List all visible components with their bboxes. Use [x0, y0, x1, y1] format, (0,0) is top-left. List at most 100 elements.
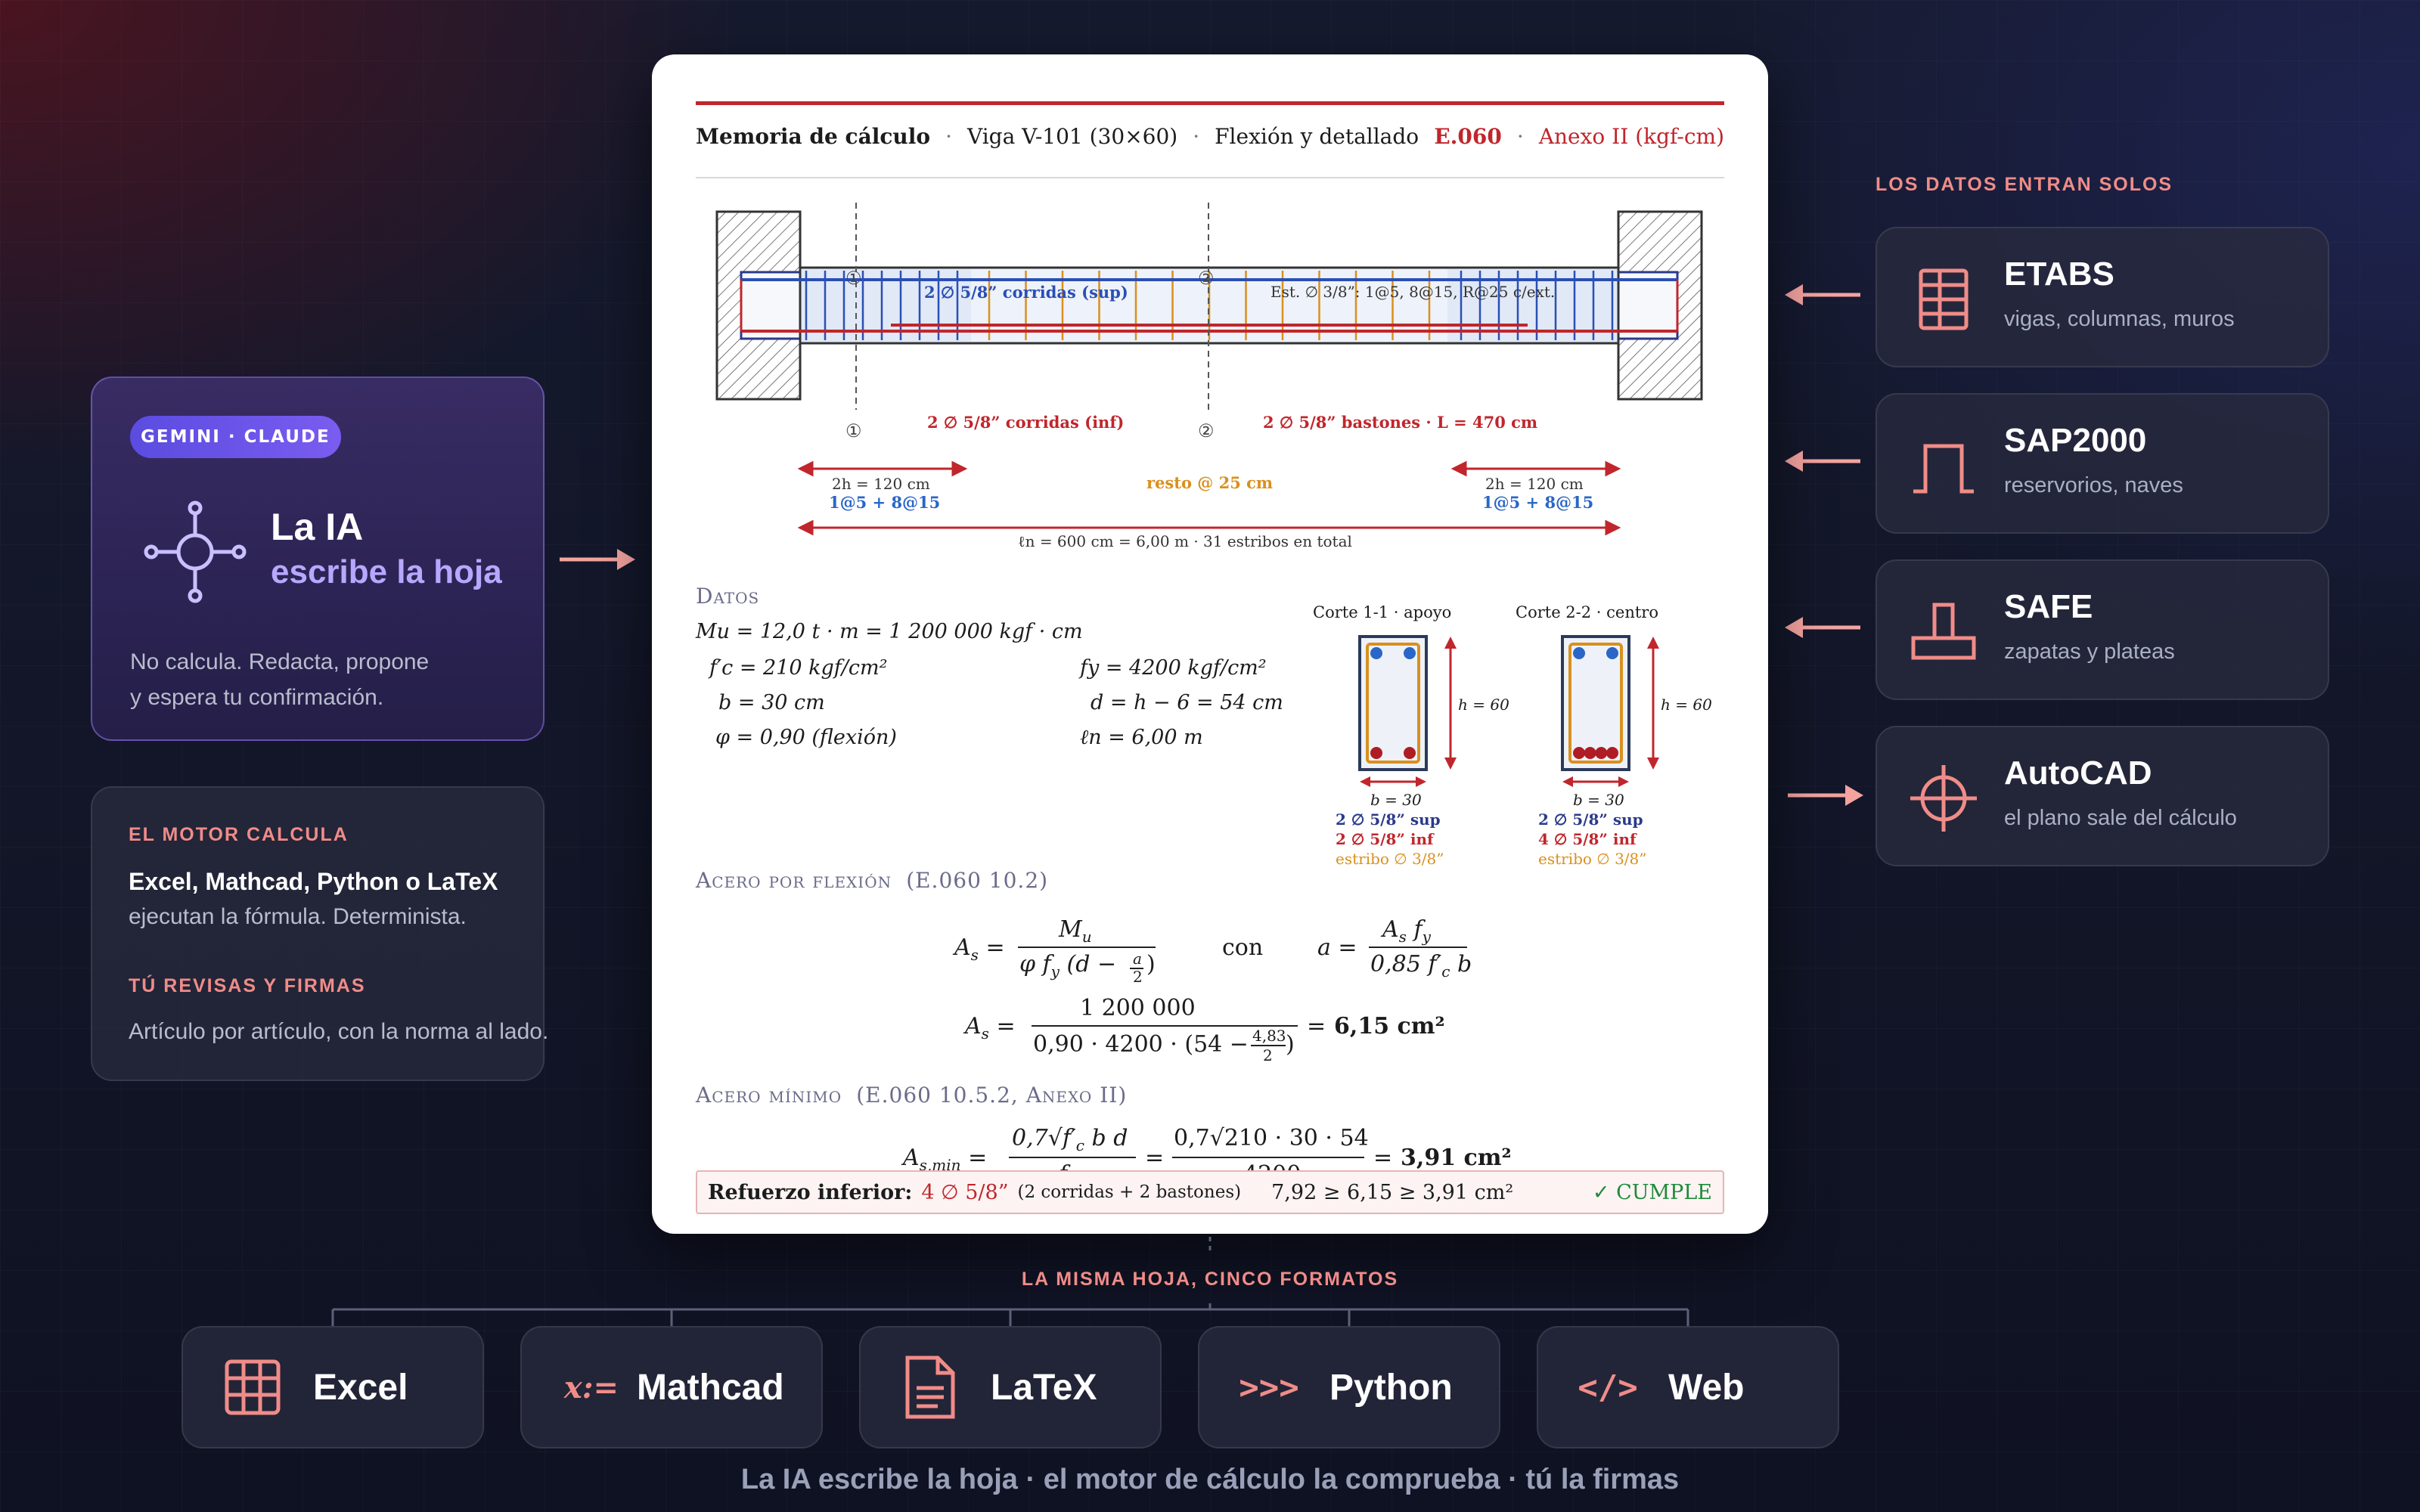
flexion-numerator: 1 200 000 — [1080, 995, 1196, 1021]
result-banner: Refuerzo inferior: 4 ∅ 5/8” (2 corridas … — [696, 1170, 1724, 1214]
section-marker-1: ① — [845, 420, 862, 442]
bottom-rebar — [1595, 747, 1608, 759]
review-desc: Artículo por artículo, con la norma al l… — [129, 1019, 549, 1044]
span-label: ℓn = 600 cm = 6,00 m · 31 estribos en to… — [1018, 532, 1352, 550]
arrow-left-icon — [1785, 617, 1860, 638]
bottom-rebar — [1584, 747, 1596, 759]
document-icon — [892, 1349, 968, 1425]
sources-kicker: LOS DATOS ENTRAN SOLOS — [1876, 174, 2173, 195]
section-b-label: b = 30 — [1573, 791, 1624, 809]
flexion-heading: Acero por flexión — [696, 868, 892, 893]
format-name: Python — [1329, 1367, 1453, 1408]
frame-icon — [1913, 444, 1974, 494]
calculation-sheet: Memoria de cálculo · Viga V-101 (30×60) … — [652, 54, 1768, 1234]
ai-title: La IA — [271, 506, 364, 548]
section-est-label: estribo ∅ 3/8” — [1336, 850, 1444, 868]
source-name: SAP2000 — [2004, 422, 2147, 459]
section-title: Corte 1-1 · apoyo — [1313, 603, 1452, 621]
section-2: Corte 2-2 · centro h = 60 b = 30 2 ∅ 5/8… — [1516, 603, 1727, 875]
flexion-heading-row: Acero por flexión (E.060 10.2) — [696, 868, 1048, 893]
left-zone-spacing: 1@5 + 8@15 — [829, 493, 941, 512]
fy-value: fy = 4200 kgf/cm² — [1080, 656, 1267, 680]
flexion-frac-num: 4,83 — [1252, 1027, 1286, 1045]
code-icon: </> — [1578, 1368, 1638, 1407]
section-inf-label: 4 ∅ 5/8” inf — [1538, 830, 1637, 848]
bottom-rebar — [1370, 747, 1382, 759]
arrow-right-icon — [560, 549, 635, 570]
minimo-ref: (E.060 10.5.2, Anexo II) — [856, 1083, 1128, 1108]
review-kicker: TÚ REVISAS Y FIRMAS — [129, 975, 366, 996]
source-card-sap2000[interactable]: SAP2000 reservorios, naves — [1876, 393, 2329, 534]
phi-value: φ = 0,90 (flexión) — [715, 726, 897, 749]
assign-icon: x:= — [563, 1369, 619, 1405]
source-desc: el plano sale del cálculo — [2004, 806, 2237, 830]
source-card-autocad[interactable]: AutoCAD el plano sale del cálculo — [1876, 726, 2329, 866]
ai-desc-line: No calcula. Redacta, propone — [130, 649, 430, 674]
bottom-rebar — [1404, 747, 1416, 759]
d-value: d = h − 6 = 54 cm — [1091, 691, 1283, 714]
crosshair-icon — [1910, 765, 1977, 832]
section-marker-2: ② — [1198, 268, 1215, 289]
section-sup-label: 2 ∅ 5/8” sup — [1336, 810, 1441, 829]
spreadsheet-icon — [215, 1349, 290, 1425]
engine-card: EL MOTOR CALCULA Excel, Mathcad, Python … — [91, 786, 548, 1081]
format-card-python[interactable]: >>> Python — [1198, 1326, 1500, 1448]
bottom-bars-label: 2 ∅ 5/8” corridas (inf) — [927, 413, 1125, 432]
format-name: Mathcad — [637, 1367, 784, 1408]
format-name: Excel — [313, 1367, 408, 1408]
flexion-frac-den: 2 — [1263, 1046, 1273, 1064]
result-label: Refuerzo inferior: — [708, 1180, 913, 1204]
source-name: SAFE — [2004, 588, 2093, 625]
section-b-label: b = 30 — [1370, 791, 1422, 809]
result-check: 7,92 ≥ 6,15 ≥ 3,91 cm² — [1271, 1180, 1514, 1204]
format-name: LaTeX — [991, 1367, 1097, 1408]
minimo-heading: Acero mínimo — [696, 1083, 842, 1108]
ai-desc-line: y espera tu confirmación. — [130, 685, 384, 710]
stirrups-spec-label: Est. ∅ 3/8”: 1@5, 8@15, R@25 c/ext. — [1270, 283, 1556, 301]
formats-kicker: LA MISMA HOJA, CINCO FORMATOS — [1021, 1269, 1399, 1290]
format-card-web[interactable]: </> Web — [1537, 1326, 1839, 1448]
minimo-heading-row: Acero mínimo (E.060 10.5.2, Anexo II) — [696, 1083, 1127, 1108]
result-bars: 4 ∅ 5/8” — [921, 1180, 1009, 1204]
flexion-denominator: 0,90 · 4200 · (54 − — [1033, 1031, 1249, 1058]
right-zone-spacing: 1@5 + 8@15 — [1482, 493, 1594, 512]
footer-tagline: La IA escribe la hoja · el motor de cálc… — [740, 1464, 1680, 1495]
datos-heading: Datos — [696, 584, 760, 609]
fc-value: f′c = 210 kgf/cm² — [709, 656, 888, 680]
source-name: AutoCAD — [2004, 754, 2152, 792]
arrow-left-icon — [1785, 451, 1860, 472]
bottom-rebar — [1573, 747, 1585, 759]
arrow-left-icon — [1785, 284, 1860, 305]
source-card-etabs[interactable]: ETABS vigas, columnas, muros — [1876, 227, 2329, 367]
ai-card: GEMINI · CLAUDE La IA escribe la hoja No… — [91, 376, 544, 741]
ai-description: No calcula. Redacta, propone y espera tu… — [130, 644, 429, 715]
section-marker-1: ① — [845, 268, 862, 289]
source-desc: zapatas y plateas — [2004, 640, 2175, 664]
arrow-right-icon — [1788, 785, 1863, 806]
section-1: Corte 1-1 · apoyo h = 60 b = 30 2 ∅ 5/8”… — [1313, 603, 1509, 875]
status-badge: ✓ CUMPLE — [1592, 1180, 1712, 1204]
format-card-mathcad[interactable]: x:= Mathcad — [520, 1326, 823, 1448]
table-icon — [1919, 268, 1969, 330]
section-inf-label: 2 ∅ 5/8” inf — [1336, 830, 1434, 848]
center-zone-label: resto @ 25 cm — [1146, 473, 1274, 492]
section-h-label: h = 60 — [1458, 696, 1509, 714]
section-est-label: estribo ∅ 3/8” — [1538, 850, 1647, 868]
format-card-latex[interactable]: LaTeX — [859, 1326, 1162, 1448]
source-desc: vigas, columnas, muros — [2004, 307, 2235, 331]
section-sup-label: 2 ∅ 5/8” sup — [1538, 810, 1643, 829]
b-value: b = 30 cm — [718, 691, 825, 714]
engine-tools-desc: ejecutan la fórmula. Determinista. — [129, 904, 467, 929]
format-name: Web — [1668, 1367, 1745, 1408]
result-detail: (2 corridas + 2 bastones) — [1017, 1182, 1242, 1202]
minimo-numerator: 0,7√210 · 30 · 54 — [1174, 1125, 1369, 1151]
left-zone-label: 2h = 120 cm — [832, 475, 930, 493]
flexion-result: 6,15 cm² — [1334, 1013, 1445, 1040]
format-card-excel[interactable]: Excel — [182, 1326, 484, 1448]
minimo-result: 3,91 cm² — [1401, 1145, 1512, 1171]
top-bars-label: 2 ∅ 5/8” corridas (sup) — [924, 283, 1128, 302]
flexion-ref: (E.060 10.2) — [906, 868, 1049, 893]
engine-tools: Excel, Mathcad, Python o LaTeX — [129, 868, 498, 895]
source-card-safe[interactable]: SAFE zapatas y plateas — [1876, 559, 2329, 700]
bottom-rebar — [1606, 747, 1618, 759]
